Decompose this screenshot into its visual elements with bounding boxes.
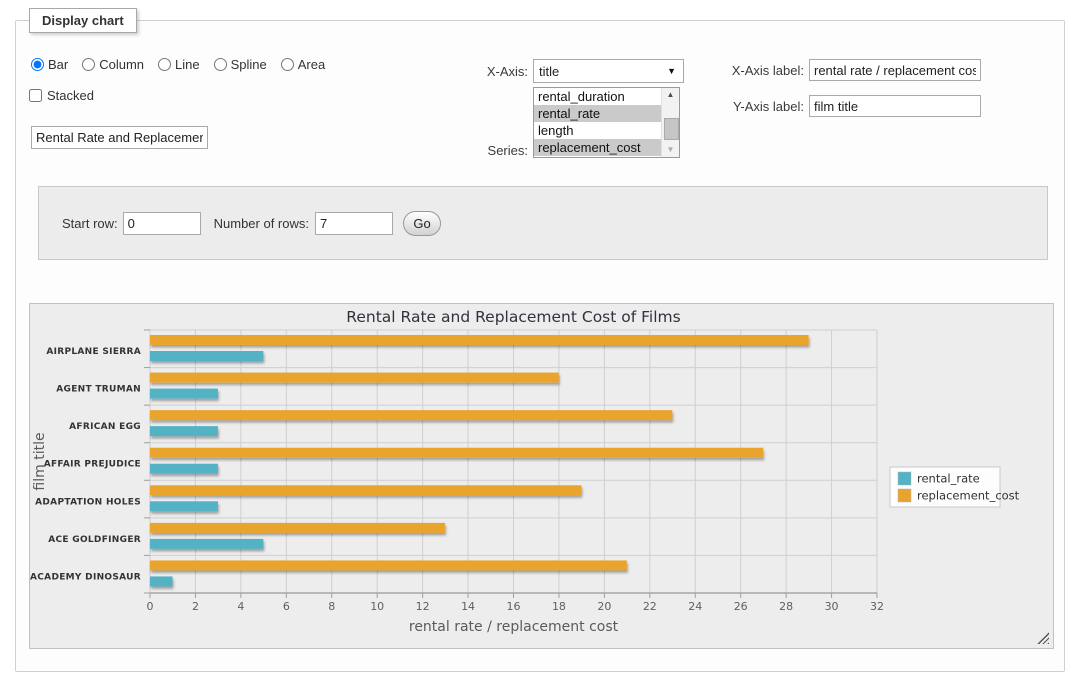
chart-type-radio-input-column[interactable] [82, 58, 95, 71]
chart-type-radio-label: Area [298, 57, 325, 72]
chart-type-radio-line[interactable]: Line [158, 57, 200, 72]
x-tick-label: 30 [825, 600, 839, 613]
chart-title: Rental Rate and Replacement Cost of Film… [346, 308, 680, 326]
x-axis-select-label: X-Axis: [446, 64, 528, 79]
x-tick-label: 14 [461, 600, 475, 613]
num-rows-label: Number of rows: [214, 216, 309, 231]
bar-replacement-cost[interactable] [150, 335, 809, 345]
category-label: ACADEMY DINOSAUR [30, 572, 141, 582]
category-label: AGENT TRUMAN [56, 385, 141, 395]
display-chart-fieldset: Display chart BarColumnLineSplineArea St… [15, 20, 1065, 672]
chart-type-radio-spline[interactable]: Spline [214, 57, 267, 72]
x-tick-label: 20 [597, 600, 611, 613]
x-tick-label: 32 [870, 600, 884, 613]
chart-type-radio-area[interactable]: Area [281, 57, 325, 72]
bar-replacement-cost[interactable] [150, 485, 581, 495]
stacked-checkbox[interactable] [29, 89, 42, 102]
series-options: rental_durationrental_ratelengthreplacem… [534, 88, 679, 156]
scroll-down-icon[interactable]: ▼ [662, 143, 679, 157]
scrollbar-thumb[interactable] [664, 118, 679, 140]
bar-rental-rate[interactable] [150, 389, 218, 399]
bar-rental-rate[interactable] [150, 351, 263, 361]
x-axis-label-caption: X-Axis label: [702, 63, 804, 78]
bar-rental-rate[interactable] [150, 464, 218, 474]
chart-type-radio-group: Bar Column Line Spline Area [31, 57, 325, 72]
chart-type-radio-input-area[interactable] [281, 58, 294, 71]
x-tick-label: 22 [643, 600, 657, 613]
bar-replacement-cost[interactable] [150, 523, 445, 533]
series-option-rental_duration[interactable]: rental_duration [534, 88, 664, 105]
bar-replacement-cost[interactable] [150, 373, 559, 383]
legend-label-rental_rate[interactable]: rental_rate [917, 472, 980, 486]
chevron-down-icon: ▼ [667, 66, 683, 76]
x-tick-label: 24 [688, 600, 702, 613]
category-label: AFFAIR PREJUDICE [44, 460, 141, 470]
x-tick-label: 28 [779, 600, 793, 613]
num-rows-input[interactable] [315, 212, 393, 235]
series-option-replacement_cost[interactable]: replacement_cost [534, 139, 664, 156]
legend-label-replacement_cost[interactable]: replacement_cost [917, 489, 1020, 503]
x-tick-label: 26 [734, 600, 748, 613]
chart-container: 02468101214161820222426283032AIRPLANE SI… [29, 303, 1054, 649]
start-row-label: Start row: [62, 216, 118, 231]
chart-type-radio-input-bar[interactable] [31, 58, 44, 71]
x-axis-label-input[interactable] [809, 59, 981, 81]
chart-title-input[interactable] [31, 126, 208, 149]
series-select-label: Series: [446, 143, 528, 158]
bar-replacement-cost[interactable] [150, 560, 627, 570]
x-tick-label: 12 [416, 600, 430, 613]
chart-type-radio-input-line[interactable] [158, 58, 171, 71]
bar-rental-rate[interactable] [150, 501, 218, 511]
chart-type-radio-label: Line [175, 57, 200, 72]
chart-type-radio-label: Column [99, 57, 144, 72]
stacked-label: Stacked [47, 88, 94, 103]
y-axis-label-input[interactable] [809, 95, 981, 117]
category-label: AIRPLANE SIERRA [46, 347, 141, 357]
query-panel: Start row: Number of rows: Go [38, 186, 1048, 260]
x-tick-label: 16 [507, 600, 521, 613]
y-axis-label-caption: Y-Axis label: [702, 99, 804, 114]
category-label: ADAPTATION HOLES [35, 497, 141, 507]
bar-replacement-cost[interactable] [150, 410, 672, 420]
x-tick-label: 18 [552, 600, 566, 613]
series-listbox[interactable]: rental_durationrental_ratelengthreplacem… [533, 87, 680, 158]
chart-type-radio-label: Spline [231, 57, 267, 72]
chart-type-radio-bar[interactable]: Bar [31, 57, 68, 72]
series-option-length[interactable]: length [534, 122, 664, 139]
series-option-rental_rate[interactable]: rental_rate [534, 105, 664, 122]
category-label: ACE GOLDFINGER [48, 535, 141, 545]
chart-y-axis-title: film title [32, 432, 48, 490]
stacked-checkbox-row[interactable]: Stacked [29, 88, 94, 103]
category-label: AFRICAN EGG [69, 422, 141, 432]
x-tick-label: 10 [370, 600, 384, 613]
go-button[interactable]: Go [403, 211, 441, 236]
bar-rental-rate[interactable] [150, 539, 263, 549]
x-tick-label: 8 [328, 600, 335, 613]
chart-type-radio-input-spline[interactable] [214, 58, 227, 71]
bar-rental-rate[interactable] [150, 576, 172, 586]
bar-chart: 02468101214161820222426283032AIRPLANE SI… [30, 304, 1053, 648]
chart-type-radio-label: Bar [48, 57, 68, 72]
chart-x-axis-title: rental rate / replacement cost [409, 619, 619, 635]
legend-swatch-rental_rate[interactable] [898, 472, 911, 485]
legend-swatch-replacement_cost[interactable] [898, 489, 911, 502]
scroll-up-icon[interactable]: ▲ [662, 88, 679, 102]
bar-rental-rate[interactable] [150, 426, 218, 436]
x-tick-label: 2 [192, 600, 199, 613]
x-tick-label: 4 [237, 600, 244, 613]
bar-replacement-cost[interactable] [150, 448, 763, 458]
x-axis-select[interactable]: title ▼ [533, 59, 684, 83]
x-axis-selected-value: title [534, 64, 667, 79]
x-tick-label: 0 [147, 600, 154, 613]
fieldset-legend: Display chart [29, 8, 137, 33]
chart-type-radio-column[interactable]: Column [82, 57, 144, 72]
x-tick-label: 6 [283, 600, 290, 613]
listbox-scrollbar[interactable]: ▲ ▼ [661, 88, 679, 157]
start-row-input[interactable] [123, 212, 201, 235]
